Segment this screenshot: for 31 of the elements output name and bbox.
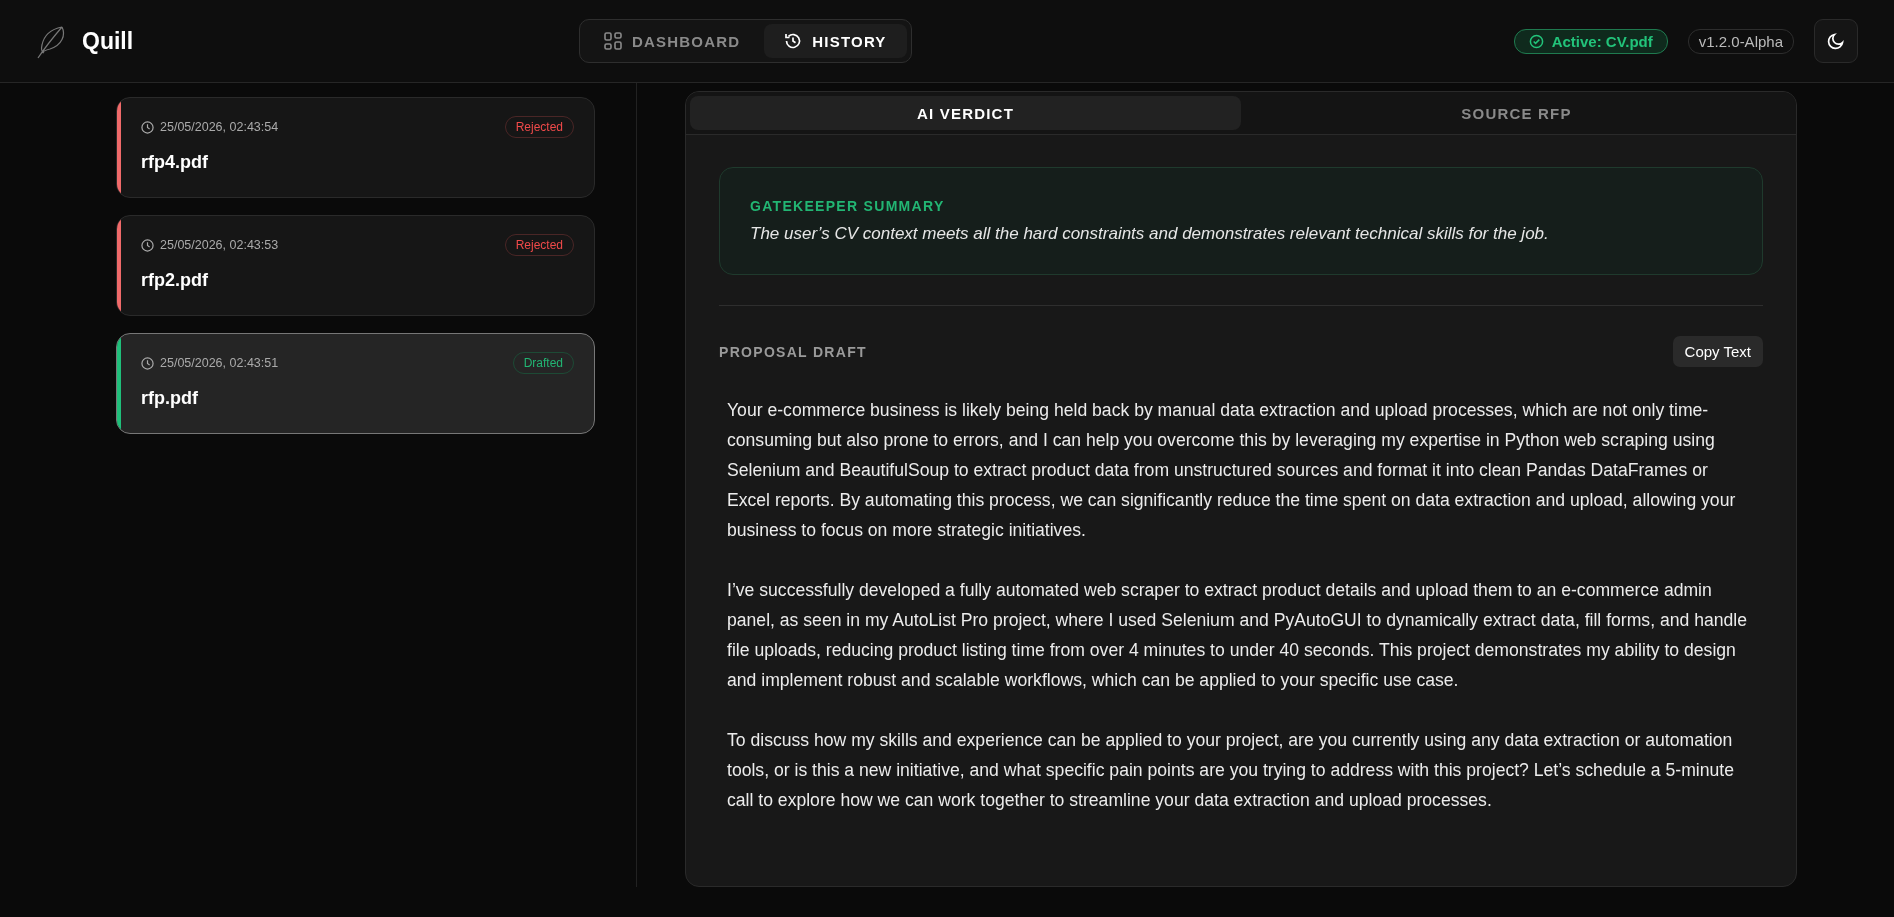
history-card[interactable]: 25/05/2026, 02:43:54 Rejected rfp4.pdf	[116, 97, 595, 198]
file-name: rfp4.pdf	[141, 152, 209, 173]
history-card[interactable]: 25/05/2026, 02:43:51 Drafted rfp.pdf	[116, 333, 595, 434]
proposal-paragraph: I’ve successfully developed a fully automated web scraper to extract product details and upload them to an e-commerce admin panel, as seen in my AutoList Pro project, where I used Selenium and PyAutoGUI to dynamically extract data, fill forms, and handle file uploads, reducing product listing time from over 4 minutes to under 40 seconds. This project demonstrates my ability to design and implement robust and scalable workflows, which can be applied to your specific use case.	[727, 579, 1748, 692]
check-circle-icon	[1528, 33, 1544, 49]
summary-title: GATEKEEPER SUMMARY	[750, 198, 946, 214]
file-name: rfp.pdf	[141, 388, 199, 409]
history-icon	[784, 32, 803, 50]
app-name: Quill	[82, 27, 134, 55]
clock-icon	[141, 356, 154, 370]
grid-icon	[604, 32, 622, 50]
proposal-paragraph: Your e-commerce business is likely being held back by manual data extraction and upload processes, which are not only time-consuming but also prone to errors, and I can help you overcome this by leveraging my expertise in Python web scraping using Selenium and BeautifulSoup to extract product data from unstructured sources and format it into clean Pandas DataFrames or Excel reports. By automating this process, we can significantly reduce the time spent on data extraction and upload, allowing your business to focus on more strategic initiatives.	[727, 399, 1737, 542]
nav-tab[interactable]: HISTORY	[764, 24, 907, 58]
history-card[interactable]: 25/05/2026, 02:43:53 Rejected rfp2.pdf	[116, 215, 595, 316]
panel-tab[interactable]: SOURCE RFP	[1241, 96, 1792, 130]
timestamp: 25/05/2026, 02:43:54	[160, 120, 279, 134]
version-badge: v1.2.0-Alpha	[1687, 28, 1794, 54]
theme-toggle-button[interactable]	[1814, 19, 1858, 63]
copy-text-button[interactable]: Copy Text	[1672, 336, 1763, 367]
active-file-badge: Active: CV.pdf	[1513, 28, 1668, 54]
moon-icon	[1827, 32, 1845, 50]
clock-icon	[141, 120, 154, 134]
nav-tab[interactable]: DASHBOARD	[584, 24, 761, 58]
timestamp: 25/05/2026, 02:43:51	[160, 356, 279, 370]
file-name: rfp2.pdf	[141, 270, 209, 291]
summary-text: The user’s CV context meets all the hard constraints and demonstrates relevant technical skills for the job.	[750, 224, 1550, 244]
clock-icon	[141, 238, 154, 252]
timestamp: 25/05/2026, 02:43:53	[160, 238, 279, 252]
panel-tab[interactable]: AI VERDICT	[690, 96, 1241, 130]
section-title: PROPOSAL DRAFT	[719, 343, 867, 360]
proposal-paragraph: To discuss how my skills and experience can be applied to your project, are you currently using any data extraction or automation tools, or is this a new initiative, and what specific pain points are you trying to address with this project? Let’s schedule a 5-minute call to explore how we can work together to streamline your data extraction and upload processes.	[727, 729, 1735, 812]
